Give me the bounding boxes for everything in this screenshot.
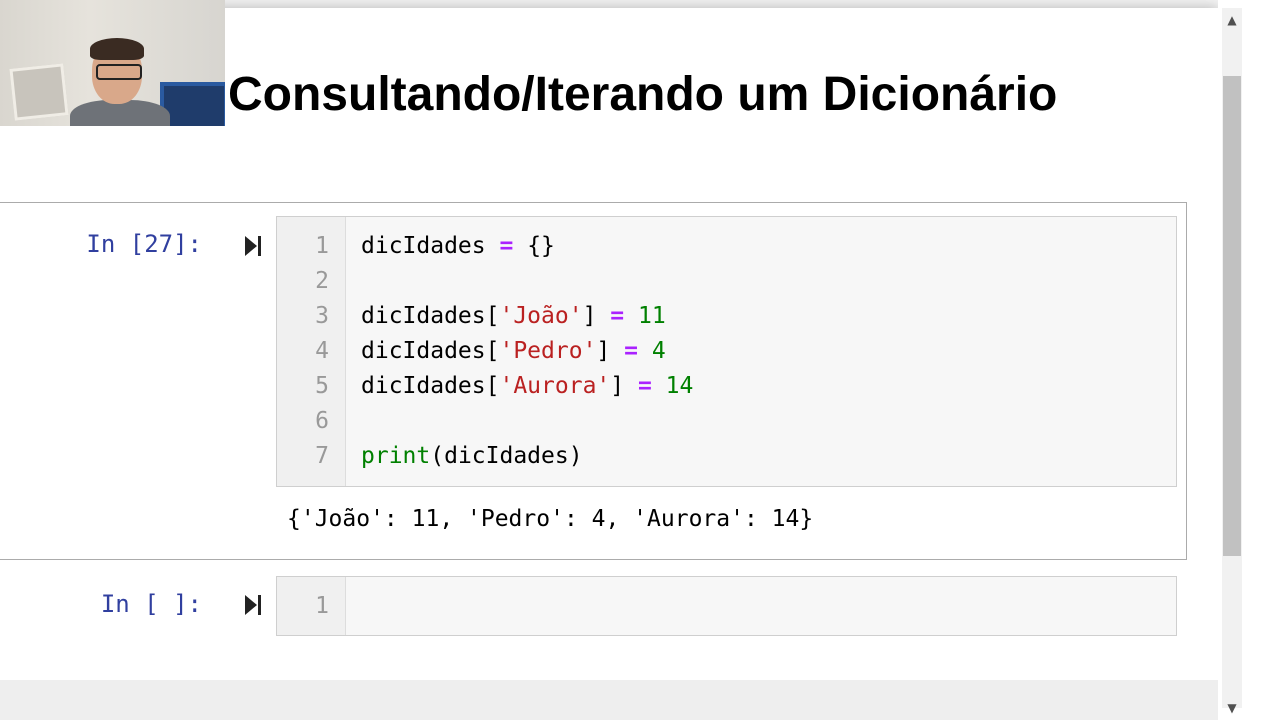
code-token: {} — [513, 233, 555, 259]
code-token: dicIdades[ — [361, 373, 500, 399]
wall-picture — [9, 63, 69, 121]
right-edge — [1244, 0, 1280, 720]
code-token: ] — [596, 338, 625, 364]
code-line: dicIdades['Aurora'] = 14 — [361, 369, 693, 404]
line-number: 1 — [315, 233, 329, 259]
code-token: dicIdades[ — [361, 338, 500, 364]
cell-prompt: In [ ]: — [100, 590, 202, 618]
code-line: dicIdades = {} — [361, 229, 555, 264]
code-number: 11 — [624, 303, 666, 329]
page-title: Consultando/Iterando um Dicionário — [228, 68, 1058, 121]
line-number: 4 — [315, 338, 329, 364]
webcam-overlay — [0, 0, 225, 126]
line-number: 6 — [315, 408, 329, 434]
code-line: dicIdades['João'] = 11 — [361, 299, 666, 334]
line-number: 1 — [315, 593, 329, 619]
code-token: ] — [582, 303, 611, 329]
code-operator: = — [624, 338, 638, 364]
line-number-gutter: 1 — [277, 577, 346, 635]
cell-prompt: In [27]: — [86, 230, 202, 258]
run-cell-icon[interactable] — [243, 234, 263, 258]
line-number-gutter: 1 2 3 4 5 6 7 — [277, 217, 346, 486]
code-token: dicIdades — [361, 233, 500, 259]
line-number: 7 — [315, 443, 329, 469]
scroll-down-arrow-icon[interactable]: ▼ — [1222, 700, 1242, 716]
run-cell-icon[interactable] — [243, 593, 263, 617]
code-editor-empty[interactable]: 1 — [276, 576, 1177, 636]
code-number: 4 — [637, 338, 666, 364]
code-editor[interactable]: 1 2 3 4 5 6 7 dicIdades = {} dicIdades['… — [276, 216, 1177, 487]
scroll-up-arrow-icon[interactable]: ▲ — [1222, 12, 1242, 28]
line-number: 3 — [315, 303, 329, 329]
code-token: ] — [610, 373, 638, 399]
code-token: dicIdades[ — [361, 303, 500, 329]
bottom-bar — [0, 680, 1218, 720]
cell-output: {'João': 11, 'Pedro': 4, 'Aurora': 14} — [287, 506, 814, 532]
code-line: print(dicIdades) — [361, 439, 583, 474]
code-builtin: print — [361, 443, 431, 469]
code-string: 'Aurora' — [499, 373, 611, 399]
code-number: 14 — [651, 373, 694, 399]
line-number: 5 — [315, 373, 329, 399]
code-token: (dicIdades) — [430, 443, 583, 469]
code-string: 'João' — [499, 303, 583, 329]
presenter-glasses — [96, 64, 142, 80]
presenter-hair — [90, 38, 144, 60]
code-operator: = — [610, 303, 625, 329]
line-number: 2 — [315, 268, 329, 294]
scrollbar-thumb[interactable] — [1223, 76, 1241, 556]
code-string: 'Pedro' — [499, 338, 597, 364]
code-operator: = — [637, 373, 652, 399]
code-operator: = — [499, 233, 514, 259]
code-line: dicIdades['Pedro'] = 4 — [361, 334, 666, 369]
